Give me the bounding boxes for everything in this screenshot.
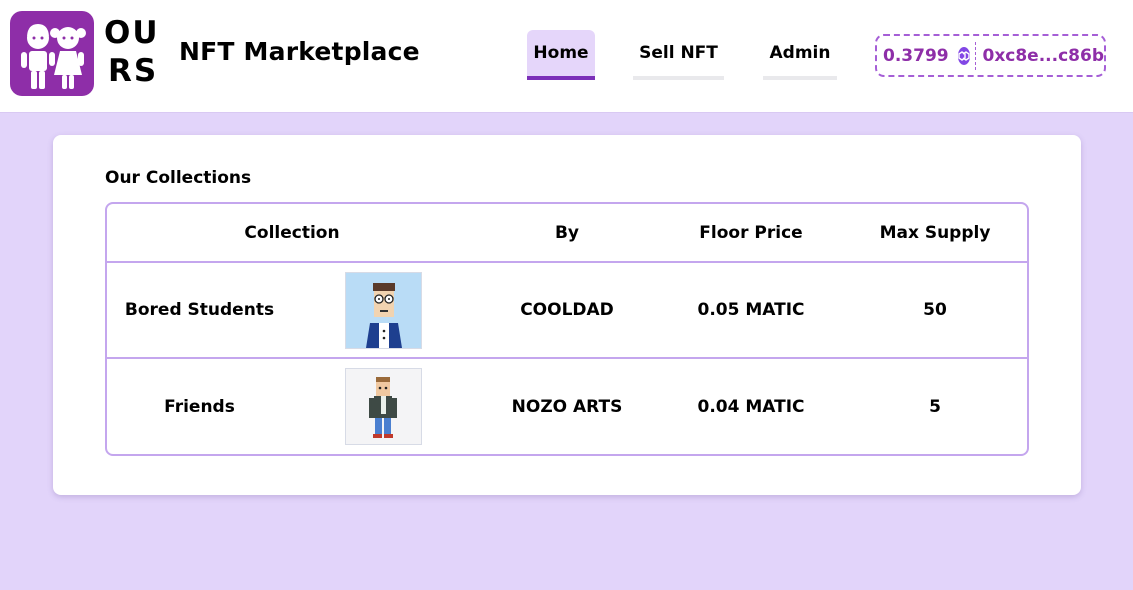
nav-tab-label: Admin xyxy=(769,43,831,63)
wallet-balance: 0.3799 xyxy=(883,45,949,66)
collection-max-supply: 5 xyxy=(929,396,941,417)
collection-creator: COOLDAD xyxy=(520,300,614,320)
wallet-address: 0xc8e...c86b xyxy=(982,45,1104,66)
nav-tab-admin[interactable]: Admin xyxy=(763,30,837,80)
column-header-floor-price: Floor Price xyxy=(699,222,803,243)
column-header-max-supply: Max Supply xyxy=(879,222,991,243)
table-row[interactable]: Friends NOZO ARTS 0.04 MATIC 5 xyxy=(107,359,1027,454)
table-row[interactable]: Bored Students COOLDAD 0.05 MATIC 50 xyxy=(107,263,1027,359)
polygon-matic-icon xyxy=(957,46,971,65)
nav-tab-label: Sell NFT xyxy=(639,43,718,63)
bored-student-avatar[interactable] xyxy=(345,272,422,349)
logo-wordmark: OU RS xyxy=(104,14,164,90)
column-header-by: By xyxy=(554,222,580,243)
collection-max-supply: 50 xyxy=(923,300,947,320)
collection-creator: NOZO ARTS xyxy=(511,396,623,417)
collections-title: Our Collections xyxy=(105,168,252,188)
wallet-button[interactable]: 0.3799 0xc8e...c86b xyxy=(875,34,1106,77)
logo-kids-icon[interactable] xyxy=(10,11,94,96)
collection-floor-price: 0.05 MATIC xyxy=(697,300,805,320)
table-header-row: Collection By Floor Price Max Supply xyxy=(107,204,1027,263)
collections-table: Collection By Floor Price Max Supply Bor… xyxy=(105,202,1029,456)
site-title: NFT Marketplace xyxy=(179,37,420,66)
collection-name[interactable]: Friends xyxy=(117,359,282,454)
wallet-divider xyxy=(975,41,977,70)
collection-name[interactable]: Bored Students xyxy=(117,263,282,357)
logo-line-1: OU xyxy=(104,15,160,51)
nav-tab-sell-nft[interactable]: Sell NFT xyxy=(633,30,724,80)
nav-tab-home[interactable]: Home xyxy=(527,30,595,80)
top-header: OU RS NFT Marketplace Home Sell NFT Admi… xyxy=(0,0,1133,113)
friends-character-avatar[interactable] xyxy=(345,368,422,445)
logo-line-2: RS xyxy=(108,53,159,89)
column-header-collection: Collection xyxy=(244,222,340,243)
collections-card: Our Collections Collection By Floor Pric… xyxy=(53,135,1081,495)
nav-tab-label: Home xyxy=(533,43,589,63)
collection-floor-price: 0.04 MATIC xyxy=(697,396,805,417)
